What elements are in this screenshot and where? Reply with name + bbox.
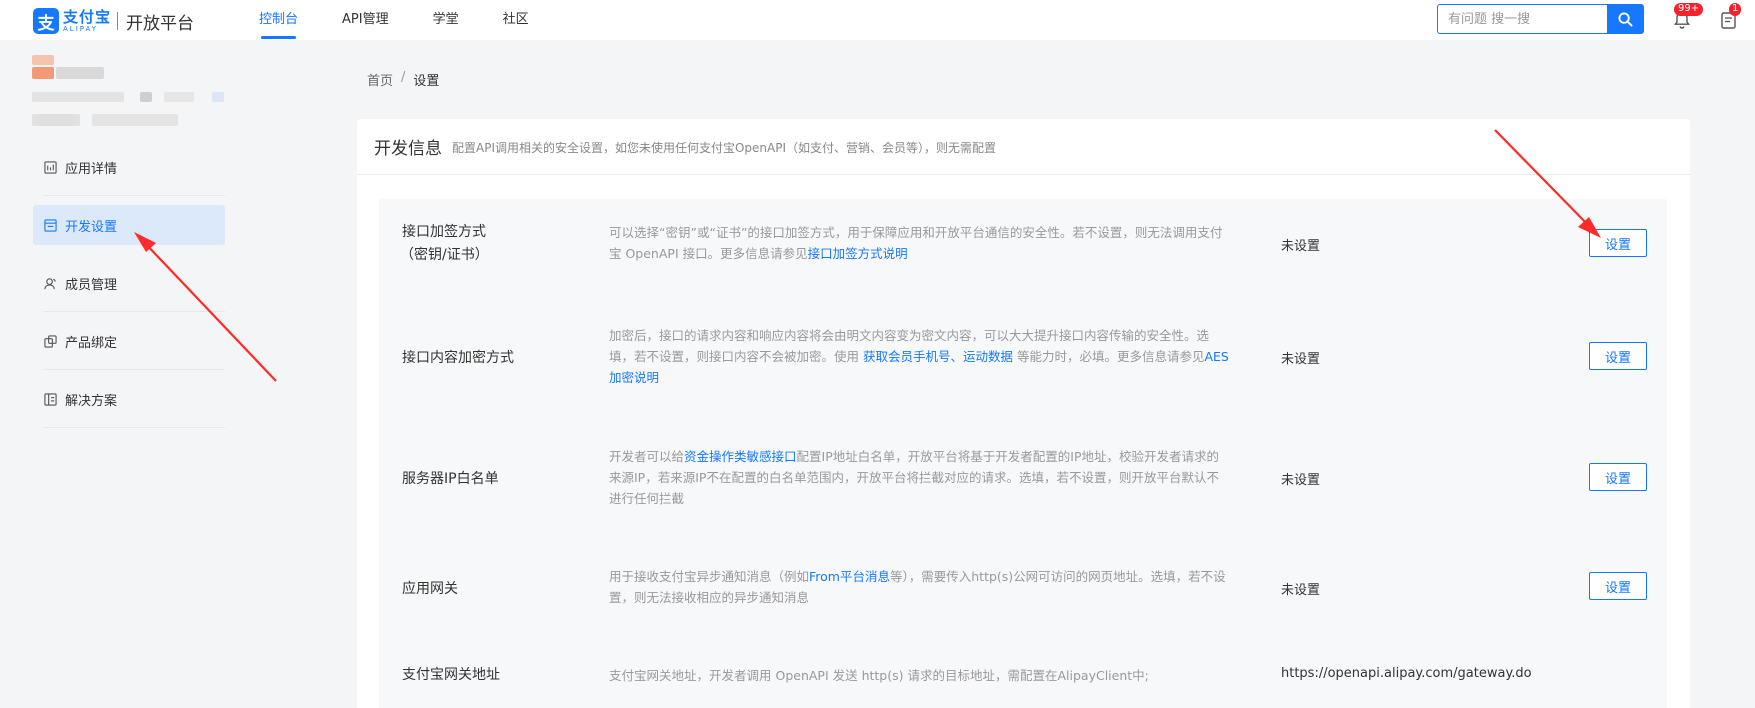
search-input[interactable] <box>1437 4 1607 34</box>
settings-list: 接口加签方式 （密钥/证书） 可以选择“密钥”或“证书”的接口加签方式，用于保障… <box>379 199 1667 708</box>
card-title: 开发信息 <box>374 139 442 159</box>
alipay-logo-text: 支付宝 ALIPAY <box>63 7 112 33</box>
logo-en-text: ALIPAY <box>63 24 99 33</box>
nav-academy[interactable]: 学堂 <box>433 0 459 40</box>
setting-row-app-gateway: 应用网关 用于接收支付宝异步通知消息（例如From平台消息等），需要传入http… <box>379 566 1667 626</box>
search-icon <box>1618 11 1633 27</box>
platform-title: 开放平台 <box>126 13 195 34</box>
sidebar-item-app-details[interactable]: 应用详情 <box>33 147 225 196</box>
setting-label: 接口内容加密方式 <box>402 350 514 366</box>
setting-label: 服务器IP白名单 <box>402 471 499 487</box>
alipay-logo[interactable]: 支 支付宝 ALIPAY 开放平台 <box>33 8 194 34</box>
logo-divider <box>117 12 119 30</box>
sidebar-item-label: 应用详情 <box>65 161 118 177</box>
breadcrumb-current: 设置 <box>413 74 440 89</box>
breadcrumb-home[interactable]: 首页 <box>367 70 393 89</box>
product-bind-icon <box>43 334 57 348</box>
member-phone-sport-data-link[interactable]: 获取会员手机号、运动数据 <box>863 349 1013 364</box>
content-encryption-set-button[interactable]: 设置 <box>1589 342 1647 370</box>
main-nav: 控制台 API管理 学堂 社区 <box>259 0 573 40</box>
card-header: 开发信息 配置API调用相关的安全设置，如您未使用任何支付宝OpenAPI（如支… <box>357 119 1690 175</box>
desc-text: 开发者可以给 <box>609 449 685 464</box>
nav-api-management[interactable]: API管理 <box>342 0 389 40</box>
sidebar-menu: 应用详情 开发设置 成员管理 产品绑定 解决方案 <box>33 147 225 437</box>
setting-label: 支付宝网关地址 <box>402 667 500 683</box>
desc-text: “密钥”或“证书”的接口加签方式，用于保障应用和开放平台通信的安全性。若不设置，… <box>609 225 1223 261</box>
sidebar-item-label: 产品绑定 <box>65 335 118 351</box>
app-gateway-set-button[interactable]: 设置 <box>1589 572 1647 600</box>
breadcrumb-separator: / <box>401 70 406 85</box>
setting-row-content-encryption: 接口内容加密方式 加密后，接口的请求内容和响应内容将会由明文内容变为密文内容，可… <box>379 325 1667 425</box>
sign-method-set-button[interactable]: 设置 <box>1589 229 1647 257</box>
alipay-logo-icon: 支 <box>33 8 59 34</box>
setting-description: 可以选择“密钥”或“证书”的接口加签方式，用于保障应用和开放平台通信的安全性。若… <box>609 222 1229 264</box>
search-button[interactable] <box>1607 4 1644 34</box>
card-description: 配置API调用相关的安全设置，如您未使用任何支付宝OpenAPI（如支付、营销、… <box>452 141 997 155</box>
sidebar-item-label: 解决方案 <box>65 393 118 409</box>
setting-status: 未设置 <box>1281 473 1321 488</box>
search-box <box>1437 4 1644 34</box>
sidebar-item-product-binding[interactable]: 产品绑定 <box>33 321 225 370</box>
breadcrumb: 首页 / 设置 <box>367 70 439 89</box>
setting-status: 未设置 <box>1281 352 1321 367</box>
setting-row-sign-method: 接口加签方式 （密钥/证书） 可以选择“密钥”或“证书”的接口加签方式，用于保障… <box>379 219 1667 299</box>
alipay-gateway-url: https://openapi.alipay.com/gateway.do <box>1281 666 1532 681</box>
platform-message-link[interactable]: From平台消息 <box>809 569 890 584</box>
desc-text: 支付宝网关地址，开发者调用 OpenAPI 发送 http(s) 请求的目标地址… <box>609 668 1149 683</box>
app-detail-icon <box>43 160 57 174</box>
dev-info-card: 开发信息 配置API调用相关的安全设置，如您未使用任何支付宝OpenAPI（如支… <box>357 119 1690 708</box>
nav-console[interactable]: 控制台 <box>259 0 298 40</box>
setting-status: 未设置 <box>1281 583 1321 598</box>
setting-description: 开发者可以给资金操作类敏感接口配置IP地址白名单，开放平台将基于开发者配置的IP… <box>609 446 1229 509</box>
todo-count-badge: 1 <box>1729 3 1742 16</box>
setting-row-ip-whitelist: 服务器IP白名单 开发者可以给资金操作类敏感接口配置IP地址白名单，开放平台将基… <box>379 446 1667 546</box>
setting-label-line1: 接口加签方式 <box>402 224 486 240</box>
sign-method-doc-link[interactable]: 接口加签方式说明 <box>808 246 908 261</box>
sensitive-api-link[interactable]: 资金操作类敏感接口 <box>684 449 797 464</box>
logo-cn-text: 支付宝 <box>63 7 112 26</box>
setting-description: 用于接收支付宝异步通知消息（例如From平台消息等），需要传入http(s)公网… <box>609 566 1229 608</box>
nav-community[interactable]: 社区 <box>503 0 529 40</box>
solutions-icon <box>43 392 57 406</box>
sidebar-item-members[interactable]: 成员管理 <box>33 263 225 312</box>
top-navigation-bar: 支 支付宝 ALIPAY 开放平台 控制台 API管理 学堂 社区 99+ 1 <box>0 0 1755 40</box>
desc-text: 等能力时，必填。更多信息请参见 <box>1013 349 1205 364</box>
setting-label: 应用网关 <box>402 581 458 597</box>
sidebar-item-solutions[interactable]: 解决方案 <box>33 379 225 428</box>
sidebar-item-dev-settings[interactable]: 开发设置 <box>33 205 225 245</box>
setting-label: 接口加签方式 （密钥/证书） <box>400 221 489 267</box>
setting-description: 加密后，接口的请求内容和响应内容将会由明文内容变为密文内容，可以大大提升接口内容… <box>609 325 1229 388</box>
dev-settings-icon <box>43 218 57 232</box>
members-icon <box>43 276 57 290</box>
setting-label-line2: （密钥/证书） <box>400 247 489 263</box>
setting-description: 支付宝网关地址，开发者调用 OpenAPI 发送 http(s) 请求的目标地址… <box>609 665 1229 686</box>
setting-status: 未设置 <box>1281 239 1321 254</box>
desc-text: 用于接收支付宝异步通知消息（例如 <box>609 569 810 584</box>
sidebar-item-label: 成员管理 <box>65 277 118 293</box>
notification-count-badge: 99+ <box>1674 3 1704 16</box>
ip-whitelist-set-button[interactable]: 设置 <box>1589 463 1647 491</box>
sidebar-item-label: 开发设置 <box>65 219 118 235</box>
desc-text: 可以选择 <box>609 225 660 240</box>
setting-row-alipay-gateway: 支付宝网关地址 支付宝网关地址，开发者调用 OpenAPI 发送 http(s)… <box>379 665 1667 705</box>
